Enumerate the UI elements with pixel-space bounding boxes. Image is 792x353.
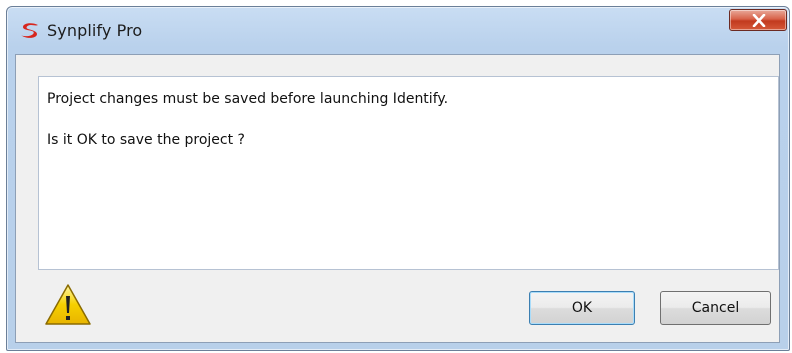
title-bar[interactable]: Synplify Pro xyxy=(7,7,789,53)
ok-button[interactable]: OK xyxy=(529,291,635,325)
window-title: Synplify Pro xyxy=(47,21,143,40)
warning-icon xyxy=(44,283,92,327)
cancel-button[interactable]: Cancel xyxy=(660,291,771,325)
dialog-body: Project changes must be saved before lau… xyxy=(15,54,780,343)
dialog-window: Synplify Pro Project changes must be sav… xyxy=(6,6,790,351)
question-text: Is it OK to save the project ? xyxy=(47,132,245,148)
message-text: Project changes must be saved before lau… xyxy=(47,91,449,107)
close-icon xyxy=(752,14,766,27)
message-area: Project changes must be saved before lau… xyxy=(38,76,779,270)
close-button[interactable] xyxy=(729,9,787,31)
synplify-logo-icon xyxy=(19,22,41,40)
